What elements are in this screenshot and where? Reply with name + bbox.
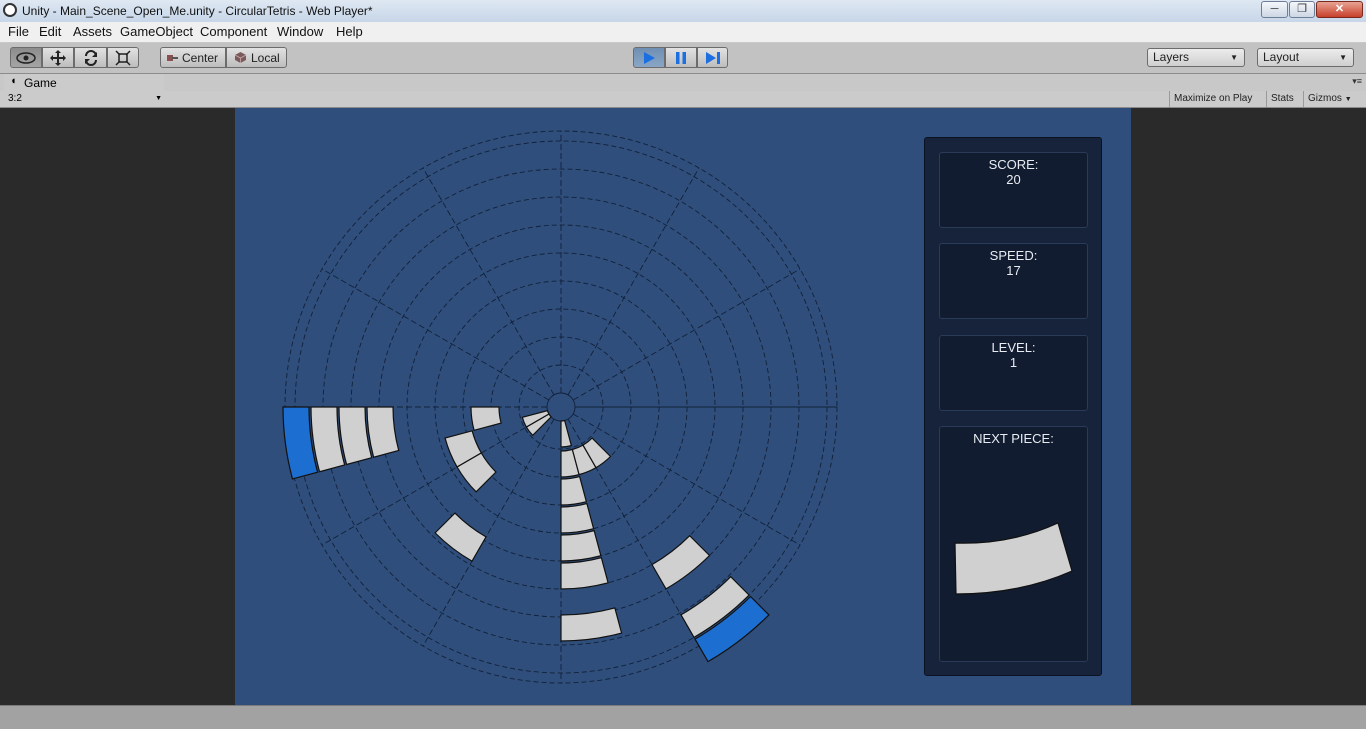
gizmos-button[interactable]: Gizmos ▼ [1303, 91, 1359, 107]
pivot-center-button[interactable]: Center [160, 47, 226, 68]
step-forward-icon [705, 51, 720, 64]
unity-logo-icon [3, 3, 17, 17]
space-local-button[interactable]: Local [226, 47, 287, 68]
pause-icon [676, 51, 686, 64]
next-piece-block [954, 522, 1073, 595]
speed-box: SPEED: 17 [939, 243, 1088, 319]
gizmos-label: Gizmos [1308, 93, 1342, 104]
restore-button[interactable]: ❐ [1289, 1, 1315, 18]
menu-help[interactable]: Help [336, 24, 363, 39]
level-box: LEVEL: 1 [939, 335, 1088, 411]
board-spoke [567, 167, 700, 396]
aspect-label: 3:2 [8, 93, 22, 104]
pivot-icon [167, 54, 178, 61]
pivot-label: Center [182, 50, 219, 65]
stacked-block [560, 475, 588, 506]
board-spoke [321, 268, 550, 401]
score-value: 20 [1006, 172, 1021, 187]
window-titlebar: Unity - Main_Scene_Open_Me.unity - Circu… [0, 0, 1366, 23]
pacman-icon: ◖ [10, 75, 17, 87]
stats-button[interactable]: Stats [1266, 91, 1298, 107]
layers-dropdown[interactable]: Layers ▼ [1147, 48, 1245, 67]
layout-dropdown[interactable]: Layout ▼ [1257, 48, 1354, 67]
score-box: SCORE: 20 [939, 152, 1088, 228]
scale-tool-button[interactable] [107, 47, 139, 68]
game-tab-strip: ◖ Game ▾≡ [0, 74, 1366, 91]
rotate-tool-button[interactable] [74, 47, 107, 68]
view-tool-button[interactable] [10, 47, 42, 68]
move-arrows-icon [50, 49, 66, 66]
move-tool-button[interactable] [42, 47, 74, 68]
speed-value: 17 [1006, 263, 1021, 278]
window-title: Unity - Main_Scene_Open_Me.unity - Circu… [22, 4, 373, 18]
stacked-block [560, 502, 595, 534]
menu-assets[interactable]: Assets [73, 24, 112, 39]
stacked-block [434, 512, 487, 562]
board-spoke [572, 268, 801, 401]
minimize-button[interactable]: ─ [1261, 1, 1288, 18]
play-icon [644, 51, 655, 64]
tab-game[interactable]: ◖ Game [4, 74, 164, 91]
maximize-on-play-button[interactable]: Maximize on Play [1169, 91, 1256, 107]
space-label: Local [251, 50, 280, 65]
stacked-block [470, 406, 502, 432]
dropdown-arrow-icon: ▼ [155, 95, 162, 102]
aspect-dropdown[interactable]: 3:2 ▼ [8, 92, 164, 106]
dropdown-arrow-icon: ▼ [1344, 96, 1352, 103]
tab-menu-icon[interactable]: ▾≡ [1352, 76, 1362, 87]
stacked-blocks [282, 406, 770, 663]
layers-label: Layers [1153, 50, 1190, 64]
next-piece-box: NEXT PIECE: [939, 426, 1088, 662]
score-label: SCORE: [988, 157, 1039, 172]
stacked-block [560, 419, 573, 448]
layout-label: Layout [1263, 50, 1300, 64]
speed-label: SPEED: [989, 248, 1038, 263]
eye-icon [16, 51, 36, 64]
stacked-block [560, 607, 623, 642]
rotate-icon [84, 49, 97, 66]
dropdown-arrow-icon: ▼ [1230, 53, 1238, 62]
stacked-block [560, 529, 602, 562]
stacked-block [651, 534, 711, 590]
menu-bar: File Edit Assets GameObject Component Wi… [0, 22, 1366, 43]
menu-gameobject[interactable]: GameObject [120, 24, 193, 39]
board-spoke [572, 413, 801, 546]
stacked-block [366, 406, 400, 458]
menu-file[interactable]: File [8, 24, 29, 39]
play-button[interactable] [633, 47, 665, 68]
next-piece-label: NEXT PIECE: [973, 431, 1054, 446]
next-piece-preview [954, 522, 1073, 595]
cube-icon [235, 52, 246, 63]
menu-window[interactable]: Window [277, 24, 323, 39]
stacked-block [560, 556, 609, 590]
pause-button[interactable] [665, 47, 697, 68]
scale-icon [115, 49, 131, 66]
main-toolbar: Center Local Layers ▼ Layout ▼ [0, 43, 1366, 74]
tab-game-label: Game [24, 76, 57, 90]
level-value: 1 [1009, 355, 1018, 370]
status-bar [0, 705, 1366, 729]
game-view-toolbar: 3:2 ▼ Maximize on Play Stats Gizmos ▼ [0, 91, 1366, 108]
menu-component[interactable]: Component [200, 24, 267, 39]
board-spoke [422, 167, 555, 396]
dropdown-arrow-icon: ▼ [1339, 53, 1347, 62]
step-button[interactable] [697, 47, 728, 68]
level-label: LEVEL: [991, 340, 1036, 355]
menu-edit[interactable]: Edit [39, 24, 61, 39]
close-button[interactable]: ✕ [1316, 1, 1363, 18]
